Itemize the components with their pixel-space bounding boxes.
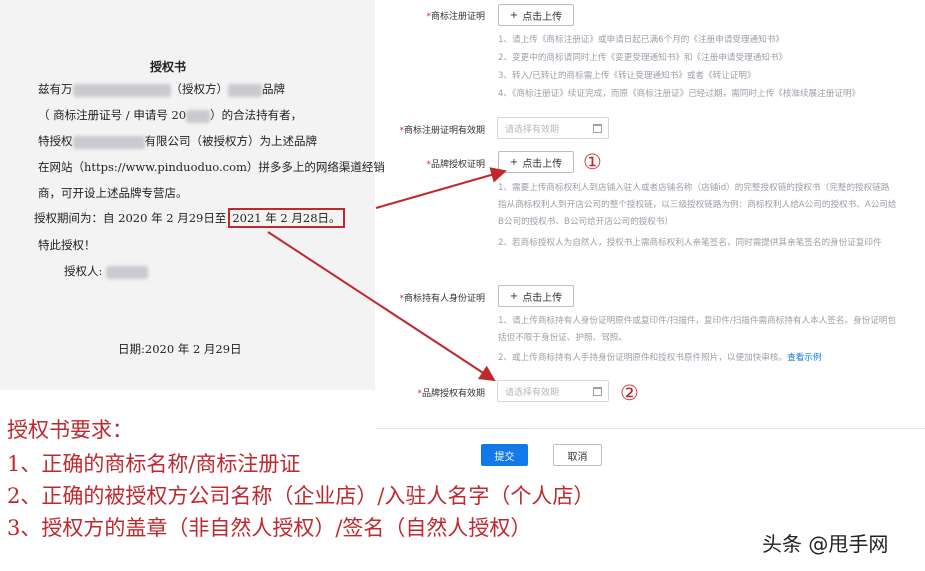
marker-two: ② <box>620 381 639 405</box>
holder-id-hint-2: 2、或上传商标持有人手持身份证明原件和授权书原件照片，以便加快审核。查看示例 <box>498 353 822 363</box>
letter-grantor: 授权人: <box>64 264 149 279</box>
plus-icon: + <box>509 290 519 302</box>
redacted-reg-number <box>186 109 211 123</box>
letter-title: 授权书 <box>150 60 187 74</box>
watermark: 头条 @甩手网 <box>762 532 889 556</box>
letter-date: 日期:2020 年 2 月29日 <box>118 342 242 356</box>
submit-button[interactable]: 提交 <box>481 444 528 466</box>
auth-validity-date-picker[interactable]: 请选择有效期 <box>497 380 609 402</box>
plus-icon: + <box>509 156 519 168</box>
requirements-title: 授权书要求： <box>7 418 133 442</box>
form-divider <box>376 428 925 429</box>
letter-line-5: 商，可开设上述品牌专营店。 <box>38 186 188 200</box>
calendar-icon <box>593 387 602 396</box>
highlighted-end-date: 2021 年 2 月28日。 <box>228 208 345 228</box>
redacted-brand <box>228 83 262 97</box>
calendar-icon <box>593 124 602 133</box>
brand-auth-label: *品牌授权证明 <box>426 160 485 170</box>
holder-id-hint-1: 1、请上传商标持有人身份证明原件或复印件/扫描件，复印件/扫描件需商标持有人本人… <box>498 316 896 343</box>
auth-validity-label: *品牌授权有效期 <box>417 389 485 399</box>
redacted-grantor <box>72 83 171 97</box>
letter-line-2: （ 商标注册证号 / 申请号 20 ）的合法持有者， <box>38 108 303 123</box>
arrow-to-brand-auth <box>375 167 507 209</box>
letter-special: 特此授权！ <box>38 238 96 252</box>
letter-line-4: 在网站（https://www.pinduoduo.com）拼多多上的网络渠道经… <box>38 160 385 174</box>
requirement-item-2: 2、正确的被授权方公司名称（企业店）/入驻人名字（个人店） <box>7 484 595 508</box>
tm-cert-hint-3: 3、转入/已转让的商标需上传《转让受理通知书》或者《转让证明》 <box>498 71 756 81</box>
redacted-company <box>72 135 145 149</box>
letter-period: 授权期间为：自 2020 年 2 月29日至 2021 年 2 月28日。 <box>34 208 345 228</box>
redacted-signature <box>106 265 149 279</box>
letter-line-3: 特授权 有限公司（被授权方）为上述品牌 <box>38 134 317 149</box>
holder-id-label: *商标持有人身份证明 <box>399 294 485 304</box>
tm-cert-upload-button[interactable]: + 点击上传 <box>498 4 574 26</box>
brand-auth-hint-2: 2、若商标授权人为自然人，授权书上需商标权利人亲笔签名，同时需提供其亲笔签名的身… <box>498 238 882 248</box>
tm-cert-hint-2: 2、变更中的商标请同时上传《变更受理通知书》和《注册申请受理通知书》 <box>498 53 788 63</box>
tm-cert-hint-1: 1、请上传《商标注册证》或申请日起已满6个月的《注册申请受理通知书》 <box>498 35 784 45</box>
brand-auth-hint-1: 1、需要上传商标权利人到店铺入驻人或者店铺名称（店铺id）的完整授权链的授权书（… <box>498 183 897 227</box>
view-example-link[interactable]: 查看示例 <box>787 353 821 363</box>
cancel-button[interactable]: 取消 <box>553 444 602 466</box>
requirement-item-1: 1、正确的商标名称/商标注册证 <box>7 452 301 476</box>
brand-auth-upload-button[interactable]: + 点击上传 <box>498 151 574 173</box>
plus-icon: + <box>509 9 519 21</box>
authorization-letter-image: 授权书 兹有万 （授权方） 品牌 （ 商标注册证号 / 申请号 20 ）的合法持有者，… <box>0 0 385 390</box>
tm-validity-date-picker[interactable]: 请选择有效期 <box>497 117 609 139</box>
holder-id-upload-button[interactable]: + 点击上传 <box>498 285 574 307</box>
tm-cert-label: *商标注册证明 <box>426 12 485 22</box>
tm-cert-hint-4: 4、《商标注册证》续证完成，而原《商标注册证》已经过期，需同时上传《核准续展注册… <box>498 89 861 99</box>
requirement-item-3: 3、授权方的盖章（非自然人授权）/签名（自然人授权） <box>7 516 532 540</box>
tm-validity-label: *商标注册证明有效期 <box>399 126 485 136</box>
marker-one: ① <box>583 150 602 174</box>
letter-line-1: 兹有万 （授权方） 品牌 <box>38 82 285 97</box>
